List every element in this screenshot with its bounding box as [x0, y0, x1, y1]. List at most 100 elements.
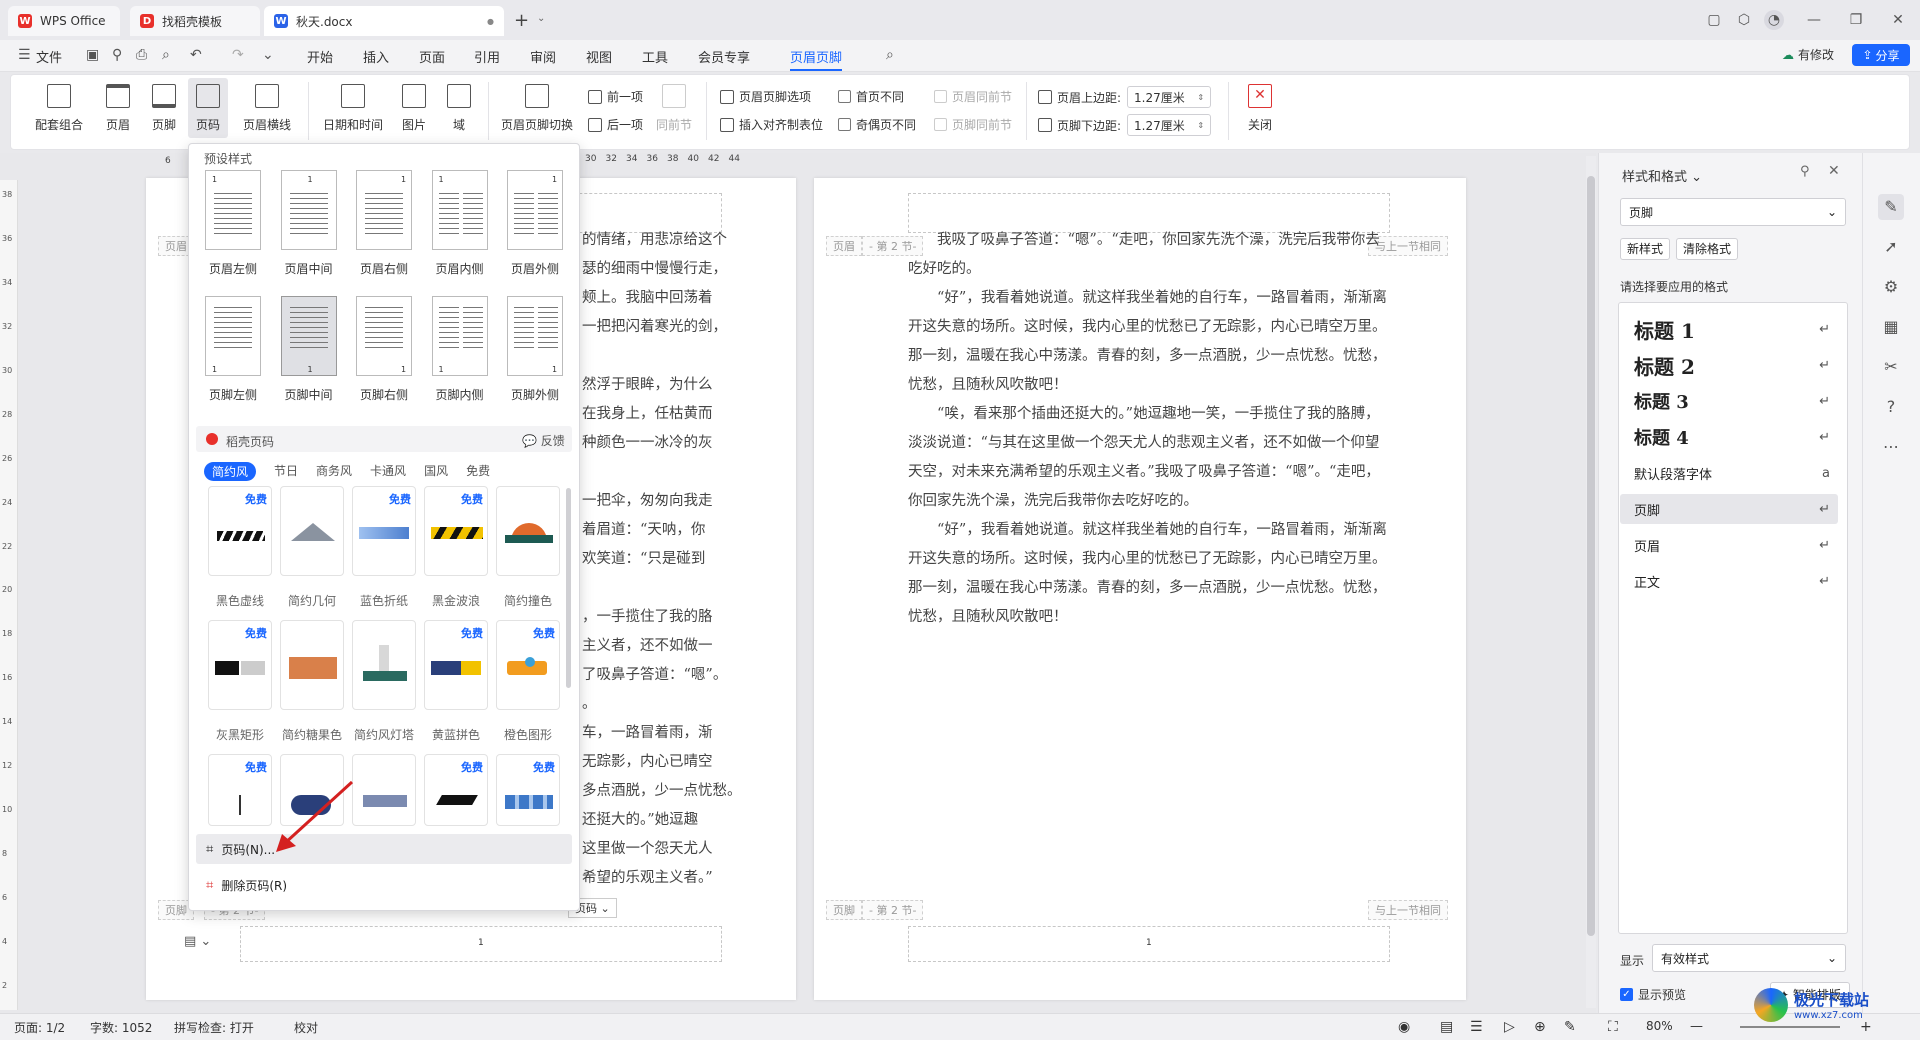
- footer-button[interactable]: 页脚: [144, 78, 184, 133]
- footer-layout-icon[interactable]: ▤ ⌄: [184, 934, 211, 949]
- spinner-arrows-icon[interactable]: ⇕: [1197, 93, 1204, 102]
- style-item[interactable]: 标题 1 ↵: [1620, 314, 1838, 344]
- preset-footer-3[interactable]: 1 页脚内侧: [423, 296, 497, 403]
- filter-tab[interactable]: 免费: [466, 462, 490, 481]
- menu-member[interactable]: 会员专享: [698, 47, 750, 66]
- date-time-button[interactable]: 日期和时间: [320, 78, 386, 133]
- menu-tools[interactable]: 工具: [642, 47, 668, 66]
- spell-check-status[interactable]: 拼写检查: 打开: [174, 1019, 254, 1036]
- preset-footer-1[interactable]: 1 页脚中间: [272, 296, 346, 403]
- template-card[interactable]: 免费 黑色虚线: [204, 486, 276, 609]
- clear-format-button[interactable]: 清除格式: [1676, 238, 1739, 260]
- header-top-margin-spinner[interactable]: 1.27厘米 ⇕: [1127, 86, 1212, 108]
- preset-header-2[interactable]: 1 页眉右侧: [347, 170, 421, 277]
- adjust-icon[interactable]: ⚙: [1878, 274, 1904, 300]
- header-button[interactable]: 页眉: [98, 78, 138, 133]
- template-card[interactable]: 免费 橙色图形: [492, 620, 564, 743]
- play-icon[interactable]: ▷: [1504, 1019, 1515, 1035]
- globe-icon[interactable]: ⊕: [1534, 1019, 1546, 1035]
- zoom-out-icon[interactable]: —: [1690, 1019, 1703, 1034]
- share-button[interactable]: ⇪ 分享: [1852, 44, 1910, 66]
- print-icon[interactable]: ⎙: [136, 47, 147, 63]
- minimize-icon[interactable]: —: [1804, 10, 1824, 30]
- chevron-down-icon[interactable]: ⌄: [537, 13, 545, 24]
- page-number-button[interactable]: 页码: [188, 78, 228, 138]
- style-item[interactable]: 标题 3 ↵: [1620, 386, 1838, 416]
- close-panel-icon[interactable]: ✕: [1828, 163, 1840, 179]
- template-card[interactable]: 免费 黑金波浪: [420, 486, 492, 609]
- template-card[interactable]: 简约风灯塔: [348, 620, 420, 743]
- style-item[interactable]: 页眉 ↵: [1620, 530, 1838, 560]
- template-card[interactable]: 简约糖果色: [276, 620, 348, 743]
- pin-icon[interactable]: ⚲: [1800, 164, 1810, 179]
- undo-icon[interactable]: ↶: [190, 47, 202, 63]
- style-pen-icon[interactable]: ✎: [1878, 194, 1904, 220]
- template-card[interactable]: 免费 灰黑矩形: [204, 620, 276, 743]
- eye-icon[interactable]: ◉: [1398, 1019, 1410, 1035]
- close-hf-button[interactable]: ✕ 关闭: [1242, 78, 1278, 133]
- menu-home[interactable]: 开始: [307, 47, 333, 66]
- combo-button[interactable]: 配套组合: [28, 78, 90, 133]
- more-icon[interactable]: ⌄: [262, 47, 274, 63]
- template-card[interactable]: 免费 蓝色折纸: [348, 486, 420, 609]
- more-options-icon[interactable]: ⋯: [1878, 434, 1904, 460]
- select-cursor-icon[interactable]: ➚: [1878, 234, 1904, 260]
- cube-icon[interactable]: ⬡: [1734, 10, 1754, 30]
- delete-page-number-command[interactable]: ⌗ 删除页码(R): [196, 870, 572, 900]
- search-icon[interactable]: ⌕: [886, 47, 894, 63]
- page-view-icon[interactable]: ▤: [1440, 1019, 1453, 1035]
- picture-button[interactable]: 图片: [394, 78, 434, 133]
- next-item-button[interactable]: 后一项: [588, 116, 643, 133]
- new-style-button[interactable]: 新样式: [1620, 238, 1671, 260]
- menu-review[interactable]: 审阅: [530, 47, 556, 66]
- hf-switch-button[interactable]: 页眉页脚切换: [498, 78, 576, 133]
- window-layout-icon[interactable]: ▢: [1704, 10, 1724, 30]
- template-card[interactable]: 免费: [492, 754, 564, 826]
- filter-tab[interactable]: 卡通风: [370, 462, 406, 481]
- filter-tab[interactable]: 商务风: [316, 462, 352, 481]
- print-preview-icon[interactable]: ⌕: [162, 47, 170, 63]
- current-style-select[interactable]: 页脚 ⌄: [1620, 198, 1846, 226]
- edit-document-icon[interactable]: ▦: [1878, 314, 1904, 340]
- dropdown-scrollbar-thumb[interactable]: [566, 488, 571, 688]
- template-card[interactable]: 免费: [420, 754, 492, 826]
- same-prev-button[interactable]: 同前节: [652, 78, 696, 133]
- header-same-prev-checkbox[interactable]: 页眉同前节: [934, 88, 1012, 105]
- filter-tab[interactable]: 国风: [424, 462, 448, 481]
- hamburger-icon[interactable]: ☰: [18, 47, 31, 63]
- style-item[interactable]: 正文 ↵: [1620, 566, 1838, 596]
- tab-template[interactable]: D 找稻壳模板: [130, 6, 260, 36]
- restore-icon[interactable]: ❐: [1846, 10, 1866, 30]
- preset-header-4[interactable]: 1 页眉外侧: [498, 170, 572, 277]
- preset-footer-0[interactable]: 1 页脚左侧: [196, 296, 270, 403]
- preset-header-1[interactable]: 1 页眉中间: [272, 170, 346, 277]
- save-icon[interactable]: ▣: [86, 47, 99, 63]
- style-item[interactable]: 页脚 ↵: [1620, 494, 1838, 524]
- new-tab-icon[interactable]: +: [514, 10, 529, 31]
- preview-checkbox[interactable]: ✓ 显示预览: [1620, 986, 1686, 1003]
- menu-insert[interactable]: 插入: [363, 47, 389, 66]
- vertical-scrollbar[interactable]: [1586, 156, 1596, 1008]
- close-window-icon[interactable]: ✕: [1888, 10, 1908, 30]
- style-item[interactable]: 默认段落字体 a: [1620, 458, 1838, 488]
- menu-header-footer[interactable]: 页眉页脚: [790, 47, 843, 71]
- preset-header-3[interactable]: 1 页眉内侧: [423, 170, 497, 277]
- page-count[interactable]: 页面: 1/2: [14, 1019, 65, 1036]
- tab-document[interactable]: W 秋天.docx ●: [264, 6, 504, 36]
- tab-wps-office[interactable]: W WPS Office: [8, 6, 120, 36]
- proofread-button[interactable]: 校对: [294, 1019, 318, 1036]
- first-page-different-checkbox[interactable]: 首页不同: [838, 88, 904, 105]
- filter-tab[interactable]: 简约风: [204, 462, 257, 481]
- page2-body[interactable]: 我吸了吸鼻子答道：“嗯”。“走吧，你回家先洗个澡，洗完后我带你去吃好吃的。 “好…: [908, 226, 1390, 632]
- footer-bottom-margin-spinner[interactable]: 1.27厘米 ⇕: [1127, 114, 1212, 136]
- prev-item-button[interactable]: 前一项: [588, 88, 643, 105]
- template-card[interactable]: 简约几何: [276, 486, 348, 609]
- menu-references[interactable]: 引用: [474, 47, 500, 66]
- feedback-button[interactable]: 💬 反馈: [522, 432, 565, 449]
- field-button[interactable]: 域: [442, 78, 476, 133]
- zoom-level[interactable]: 80%: [1646, 1019, 1673, 1033]
- menu-view[interactable]: 视图: [586, 47, 612, 66]
- header-line-button[interactable]: 页眉横线: [236, 78, 298, 133]
- modified-indicator[interactable]: ☁ 有修改: [1782, 46, 1834, 63]
- footer-same-prev-checkbox[interactable]: 页脚同前节: [934, 116, 1012, 133]
